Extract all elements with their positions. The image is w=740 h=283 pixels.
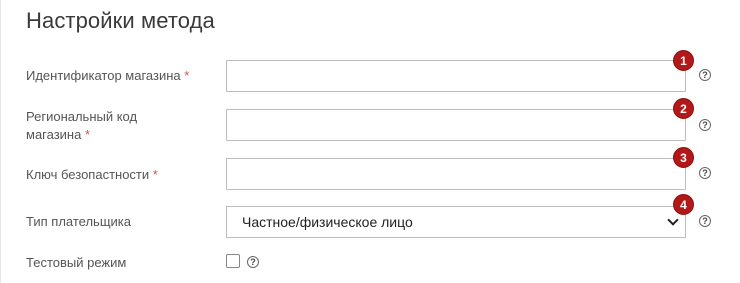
- step-badge-4: 4: [673, 194, 694, 215]
- help-icon[interactable]: ?: [247, 256, 259, 268]
- payer-type-value: Частное/физическое лицо: [242, 214, 413, 230]
- required-mark: *: [152, 167, 158, 182]
- help-icon[interactable]: ?: [699, 215, 711, 227]
- step-badge-1: 1: [673, 50, 694, 71]
- regional-code-input[interactable]: [226, 109, 686, 141]
- step-badge-3: 3: [673, 147, 694, 168]
- shop-id-input[interactable]: [226, 60, 686, 92]
- required-mark: *: [84, 127, 91, 142]
- payer-type-label: Тип плательщика: [26, 214, 131, 229]
- test-mode-checkbox[interactable]: [226, 254, 240, 268]
- help-icon[interactable]: ?: [699, 167, 711, 179]
- payer-type-select[interactable]: Частное/физическое лицо: [226, 206, 686, 238]
- chevron-down-icon: [667, 214, 679, 226]
- step-badge-2: 2: [673, 98, 694, 119]
- regional-code-label: Региональный код магазина *: [26, 109, 138, 142]
- shop-id-label: Идентификатор магазина *: [26, 68, 190, 83]
- test-mode-label: Тестовый режим: [26, 255, 127, 270]
- security-key-label: Ключ безопастности *: [26, 167, 158, 182]
- security-key-input[interactable]: [226, 158, 686, 190]
- help-icon[interactable]: ?: [699, 69, 711, 81]
- page-title: Настройки метода: [26, 8, 215, 33]
- help-icon[interactable]: ?: [699, 119, 711, 131]
- panel-border: [0, 0, 1, 283]
- required-mark: *: [184, 68, 190, 83]
